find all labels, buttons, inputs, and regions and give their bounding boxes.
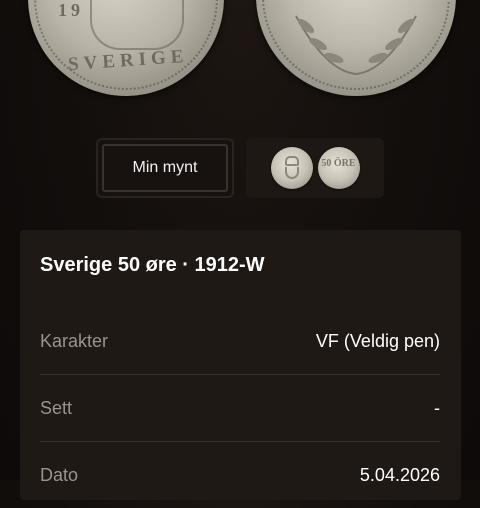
coin-reverse-image <box>256 0 456 96</box>
detail-label: Karakter <box>40 330 109 351</box>
my-coin-label: Min mynt <box>102 144 228 192</box>
detail-row-grade[interactable]: Karakter VF (Veldig pen) <box>40 308 440 374</box>
detail-row-date[interactable]: Dato 5.04.2026 <box>40 442 440 508</box>
coin-obverse-image: 19 SVERIGE <box>28 0 224 96</box>
detail-value: 5.04.2026 <box>359 464 440 485</box>
detail-label: Dato <box>40 464 79 485</box>
detail-label: Sett <box>40 397 73 418</box>
detail-value: - <box>434 397 440 418</box>
wreath-icon <box>295 15 417 75</box>
coin-title: Sverige 50 øre · 1912-W <box>40 254 265 276</box>
reference-reverse-thumbnail: 50 ÖRE <box>317 147 360 189</box>
reference-coin-button[interactable]: 50 ÖRE <box>246 138 384 198</box>
reference-obverse-thumbnail <box>270 147 313 189</box>
coin-shield-emblem <box>90 0 184 50</box>
coin-year-text: 19 <box>58 0 84 20</box>
detail-row-seen[interactable]: Sett - <box>40 375 440 441</box>
my-coin-button[interactable]: Min mynt <box>96 138 234 198</box>
shield-icon <box>284 167 299 179</box>
reference-coin-text: 50 ÖRE <box>321 158 356 169</box>
detail-value: VF (Veldig pen) <box>315 330 440 351</box>
crown-icon <box>284 156 299 166</box>
coin-details-card: Sverige 50 øre · 1912-W Karakter VF (Vel… <box>20 230 461 500</box>
